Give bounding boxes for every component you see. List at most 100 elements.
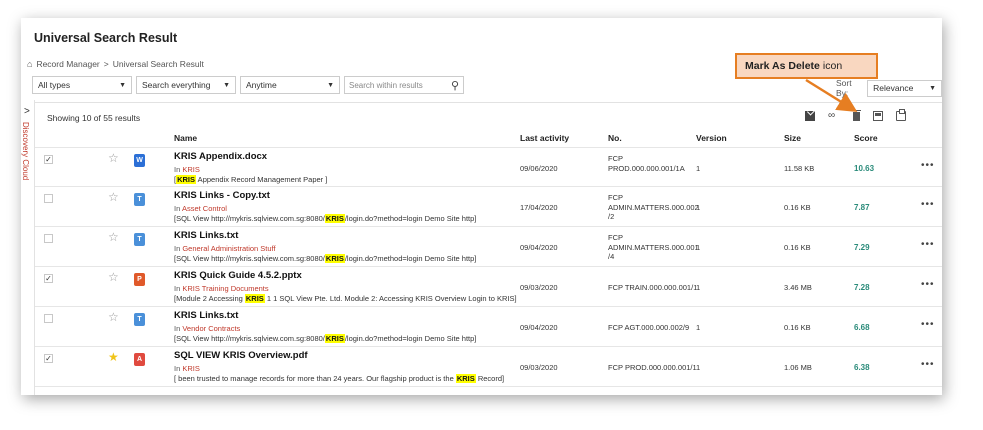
record-number-line-2: PROD.000.000.001/1A — [608, 163, 685, 173]
file-location: In Asset Control — [174, 204, 227, 213]
score-value: 7.87 — [854, 203, 870, 212]
snippet-pre: [SQL View http://mykris.sqlview.com.sg:8… — [174, 254, 325, 263]
file-location: In KRIS Training Documents — [174, 284, 269, 293]
table-row[interactable]: ☆ T KRIS Links.txt In General Administra… — [35, 227, 942, 267]
record-number: FCP ADMIN.MATTERS.000.001/4 — [608, 233, 699, 262]
caret-down-icon: ▼ — [223, 81, 230, 89]
table-row[interactable]: ✓ ☆ P KRIS Quick Guide 4.5.2.pptx In KRI… — [35, 267, 942, 307]
row-checkbox[interactable] — [44, 194, 53, 203]
file-name-link[interactable]: KRIS Links.txt — [174, 230, 238, 241]
star-icon[interactable]: ★ — [108, 350, 119, 364]
column-header-last-activity[interactable]: Last activity — [520, 133, 569, 143]
results-count: Showing 10 of 55 results — [47, 113, 141, 123]
score-value: 6.38 — [854, 363, 870, 372]
location-link[interactable]: General Administration Stuff — [182, 244, 275, 253]
score-value: 10.63 — [854, 164, 875, 173]
row-checkbox[interactable]: ✓ — [44, 274, 53, 283]
more-options-icon[interactable]: ••• — [921, 160, 935, 171]
more-options-icon[interactable]: ••• — [921, 239, 935, 250]
last-activity-value: 09/03/2020 — [520, 283, 558, 292]
score-value: 6.68 — [854, 323, 870, 332]
search-icon[interactable]: ⚲ — [451, 79, 459, 92]
scope-value: Search everything — [142, 80, 211, 90]
scope-dropdown[interactable]: Search everything ▼ — [136, 76, 236, 94]
snippet: [KRIS Appendix Record Management Paper ] — [174, 175, 327, 184]
sort-dropdown[interactable]: Relevance ▼ — [867, 79, 942, 97]
column-header-name[interactable]: Name — [174, 133, 197, 143]
snippet-highlight: KRIS — [455, 374, 476, 383]
file-type-icon: A — [134, 353, 145, 366]
table-row[interactable]: ✓ ★ A SQL VIEW KRIS Overview.pdf In KRIS… — [35, 347, 942, 387]
star-icon[interactable]: ☆ — [108, 230, 119, 244]
size-value: 0.16 KB — [784, 243, 811, 252]
row-checkbox[interactable]: ✓ — [44, 354, 53, 363]
location-prefix: In — [174, 204, 182, 213]
sort-control: Sort By: Relevance ▼ — [836, 78, 942, 98]
record-number-line-2: ADMIN.MATTERS.000.001 — [608, 242, 699, 252]
chevron-right-icon[interactable]: > — [24, 106, 30, 117]
star-icon[interactable]: ☆ — [108, 270, 119, 284]
file-name-link[interactable]: SQL VIEW KRIS Overview.pdf — [174, 350, 308, 361]
location-link[interactable]: KRIS — [182, 165, 200, 174]
file-name-link[interactable]: KRIS Links - Copy.txt — [174, 190, 270, 201]
more-options-icon[interactable]: ••• — [921, 319, 935, 330]
time-value: Anytime — [246, 80, 277, 90]
size-value: 0.16 KB — [784, 323, 811, 332]
types-dropdown[interactable]: All types ▼ — [32, 76, 132, 94]
row-checkbox[interactable] — [44, 314, 53, 323]
star-icon[interactable]: ☆ — [108, 151, 119, 165]
file-location: In KRIS — [174, 364, 200, 373]
column-header-version[interactable]: Version — [696, 133, 727, 143]
file-name-link[interactable]: KRIS Links.txt — [174, 310, 238, 321]
version-value: 1 — [696, 164, 701, 173]
search-within-input[interactable]: Search within results ⚲ — [344, 76, 464, 94]
callout-bold: Mark As Delete — [745, 60, 820, 72]
mark-as-delete-icon[interactable] — [852, 109, 861, 121]
caret-down-icon: ▼ — [119, 81, 126, 89]
divider — [35, 102, 942, 103]
time-dropdown[interactable]: Anytime ▼ — [240, 76, 340, 94]
star-icon[interactable]: ☆ — [108, 310, 119, 324]
record-number-line-3: /2 — [608, 212, 615, 221]
snippet: [SQL View http://mykris.sqlview.com.sg:8… — [174, 214, 476, 223]
table-row[interactable]: ✓ ☆ W KRIS Appendix.docx In KRIS [KRIS A… — [35, 147, 942, 187]
more-options-icon[interactable]: ••• — [921, 199, 935, 210]
snippet-post: /login.do?method=login Demo Site http] — [344, 254, 477, 263]
sort-label: Sort By: — [836, 78, 852, 98]
location-link[interactable]: KRIS — [182, 364, 200, 373]
record-number-line-3: /4 — [608, 252, 615, 261]
record-number-line-1: FCP PROD.000.000.001/1 — [608, 363, 697, 372]
location-link[interactable]: Asset Control — [182, 204, 227, 213]
more-options-icon[interactable]: ••• — [921, 279, 935, 290]
save-icon[interactable] — [873, 111, 883, 121]
location-link[interactable]: KRIS Training Documents — [182, 284, 268, 293]
breadcrumb-current: Universal Search Result — [112, 59, 204, 69]
file-name-link[interactable]: KRIS Quick Guide 4.5.2.pptx — [174, 270, 302, 281]
table-row[interactable]: ☆ T KRIS Links.txt In Vendor Contracts [… — [35, 307, 942, 347]
discovery-cloud-label[interactable]: Discovery Cloud — [21, 122, 30, 180]
column-header-size[interactable]: Size — [784, 133, 801, 143]
score-value: 7.28 — [854, 283, 870, 292]
snippet-post: 1 1 SQL View Pte. Ltd. Module 2: Accessi… — [264, 294, 517, 303]
location-link[interactable]: Vendor Contracts — [182, 324, 240, 333]
home-icon[interactable]: ⌂ — [27, 59, 32, 69]
version-value: 1 — [696, 203, 701, 212]
snippet: [Module 2 Accessing KRIS 1 1 SQL View Pt… — [174, 294, 517, 303]
star-icon[interactable]: ☆ — [108, 190, 119, 204]
email-icon[interactable] — [805, 111, 815, 121]
row-checkbox[interactable] — [44, 234, 53, 243]
last-activity-value: 09/04/2020 — [520, 243, 558, 252]
file-name-link[interactable]: KRIS Appendix.docx — [174, 151, 267, 162]
record-number-line-2: ADMIN.MATTERS.000.002 — [608, 202, 699, 212]
column-header-no[interactable]: No. — [608, 133, 622, 143]
file-type-icon: T — [134, 233, 145, 246]
column-header-score[interactable]: Score — [854, 133, 878, 143]
row-checkbox[interactable]: ✓ — [44, 155, 53, 164]
more-options-icon[interactable]: ••• — [921, 359, 935, 370]
breadcrumb-record-manager[interactable]: Record Manager — [36, 59, 99, 69]
print-icon[interactable] — [896, 109, 906, 121]
snippet-highlight: KRIS — [324, 254, 345, 263]
snippet-highlight: KRIS — [244, 294, 265, 303]
table-row[interactable]: ☆ T KRIS Links - Copy.txt In Asset Contr… — [35, 187, 942, 227]
link-icon[interactable]: ∞ — [828, 111, 838, 121]
